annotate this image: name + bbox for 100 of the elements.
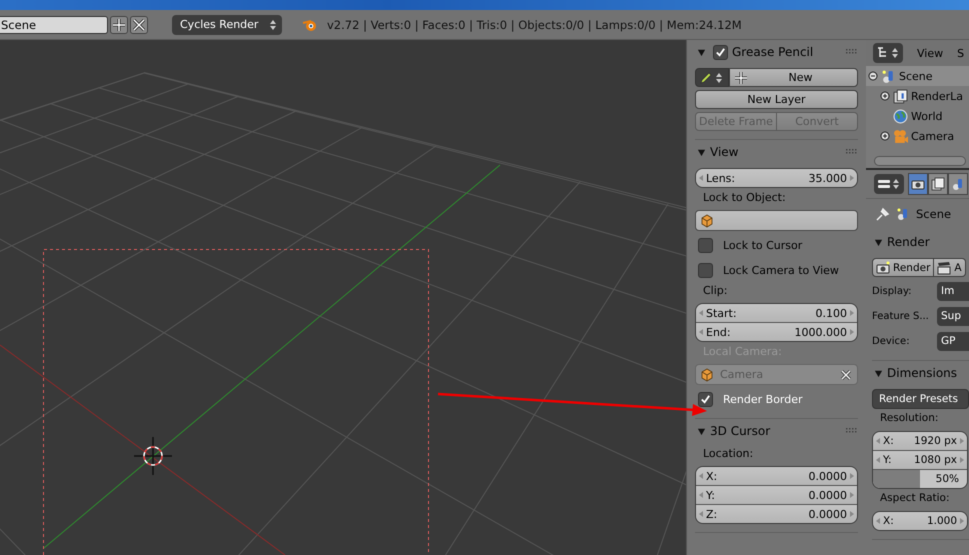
panel-title[interactable]: Grease Pencil — [732, 45, 842, 59]
number-field[interactable]: Lens: 35.000 — [696, 169, 857, 187]
menu-item[interactable]: S — [957, 46, 964, 60]
dropdown[interactable]: Im — [937, 282, 969, 300]
right-arrow-icon — [960, 518, 964, 524]
number-field[interactable]: X: 0.0000 — [696, 467, 857, 485]
scene-statistics: v2.72 | Verts:0 | Faces:0 | Tris:0 | Objects:0/0 | Lamps:0/0 | Mem:24.12M — [327, 18, 742, 32]
collapse-toggle-icon[interactable] — [868, 71, 878, 81]
horizontal-scrollbar[interactable] — [874, 156, 966, 166]
number-field[interactable]: Z: 0.0000 — [696, 504, 857, 523]
properties-tab[interactable] — [928, 173, 948, 195]
tree-item[interactable]: World — [866, 106, 969, 126]
render-engine-dropdown[interactable]: Cycles Render — [172, 14, 282, 34]
disclosure-triangle-icon[interactable] — [874, 368, 883, 378]
left-arrow-icon — [876, 518, 880, 524]
pin-icon[interactable] — [876, 207, 890, 221]
up-down-arrows-icon — [270, 18, 276, 30]
globe-icon — [893, 108, 908, 124]
disclosure-triangle-icon[interactable] — [874, 238, 883, 246]
disclosure-triangle-icon[interactable] — [697, 426, 706, 436]
expand-toggle-icon[interactable] — [880, 131, 890, 141]
panel-title[interactable]: View — [710, 145, 842, 159]
render-mode-button[interactable]: A — [934, 258, 966, 277]
right-arrow-icon — [850, 175, 854, 181]
up-down-arrows-icon — [893, 178, 899, 190]
add-icon — [734, 70, 748, 84]
pencil-icon — [699, 70, 713, 84]
right-arrow-icon — [850, 492, 854, 498]
clapperboard-icon — [937, 260, 952, 274]
camera-icon — [876, 260, 890, 274]
scene-icon — [881, 68, 896, 84]
new-button[interactable]: New — [729, 68, 858, 87]
field-label: Aspect Ratio: — [879, 492, 950, 506]
field-label: Lock to Object: — [702, 191, 786, 206]
layers-icon — [931, 177, 945, 191]
scene-field[interactable]: Scene — [0, 16, 108, 34]
left-arrow-icon — [699, 310, 703, 316]
left-arrow-icon — [699, 175, 703, 181]
left-arrow-icon — [699, 511, 703, 517]
dropdown[interactable]: Sup — [937, 306, 969, 326]
disclosure-triangle-icon[interactable] — [697, 148, 706, 156]
properties-icon — [877, 177, 891, 191]
right-arrow-icon — [850, 329, 854, 335]
left-arrow-icon — [699, 473, 703, 479]
field-label: Location: — [702, 447, 754, 462]
number-field[interactable]: X: 1920 px — [873, 432, 967, 450]
add-icon[interactable] — [110, 16, 128, 34]
pencil-selector[interactable] — [695, 68, 729, 87]
checkbox[interactable] — [698, 262, 713, 278]
expand-toggle-icon[interactable] — [880, 91, 890, 101]
field-label: Device: — [872, 336, 911, 346]
percentage-slider[interactable]: 50% — [873, 469, 967, 488]
left-arrow-icon — [876, 457, 880, 463]
cube-icon — [700, 214, 714, 228]
field-label: Clip: — [702, 284, 728, 299]
number-field[interactable]: Y: 0.0000 — [696, 485, 857, 504]
cube-icon — [700, 368, 714, 382]
movie-camera-icon — [893, 128, 908, 144]
panel-title[interactable]: Render — [887, 235, 969, 249]
panel-title[interactable]: 3D Cursor — [710, 424, 842, 438]
checkbox-label[interactable]: Render Border — [723, 392, 803, 406]
checkbox[interactable] — [698, 238, 713, 252]
grip-icon[interactable] — [846, 428, 858, 434]
field-label: Display: — [872, 286, 913, 296]
field-label: Feature S... — [872, 310, 930, 322]
number-field[interactable]: Start: 0.100 — [696, 304, 857, 322]
checkbox[interactable] — [713, 44, 728, 60]
tree-item[interactable]: Camera — [866, 126, 969, 146]
disclosure-triangle-icon[interactable] — [697, 48, 706, 56]
layers-icon — [893, 88, 908, 104]
panel-title[interactable]: Dimensions — [887, 366, 969, 380]
checkbox[interactable] — [698, 392, 713, 406]
scene-icon — [951, 177, 965, 191]
number-field[interactable]: Y: 1080 px — [873, 450, 967, 469]
editor-type-button[interactable] — [873, 43, 903, 63]
left-arrow-icon — [699, 329, 703, 335]
context-path: Scene — [916, 207, 952, 221]
number-field[interactable]: End: 1000.000 — [696, 322, 857, 341]
properties-tab[interactable] — [948, 173, 968, 195]
editor-type-button[interactable] — [874, 174, 904, 194]
render-mode-button[interactable]: Render — [872, 258, 934, 277]
number-field[interactable]: X: 1.000 — [873, 512, 967, 530]
checkbox-label[interactable]: Lock Camera to View — [723, 264, 839, 276]
right-arrow-icon — [960, 457, 964, 463]
close-icon[interactable] — [130, 16, 148, 34]
properties-tab[interactable] — [908, 173, 928, 195]
new-layer-button[interactable]: New Layer — [695, 90, 858, 109]
left-arrow-icon — [699, 492, 703, 498]
left-arrow-icon — [876, 438, 880, 444]
right-arrow-icon — [850, 310, 854, 316]
render-presets-menu[interactable]: Render Presets — [872, 389, 969, 409]
tree-item[interactable]: RenderLa — [866, 86, 969, 106]
object-field[interactable] — [695, 210, 858, 231]
tree-item[interactable]: Scene — [866, 66, 969, 86]
dropdown[interactable]: GP — [937, 332, 969, 350]
right-arrow-icon — [850, 473, 854, 479]
grip-icon[interactable] — [846, 49, 858, 55]
menu-item[interactable]: View — [917, 46, 944, 60]
checkbox-label[interactable]: Lock to Cursor — [723, 238, 802, 252]
grip-icon[interactable] — [846, 149, 858, 155]
